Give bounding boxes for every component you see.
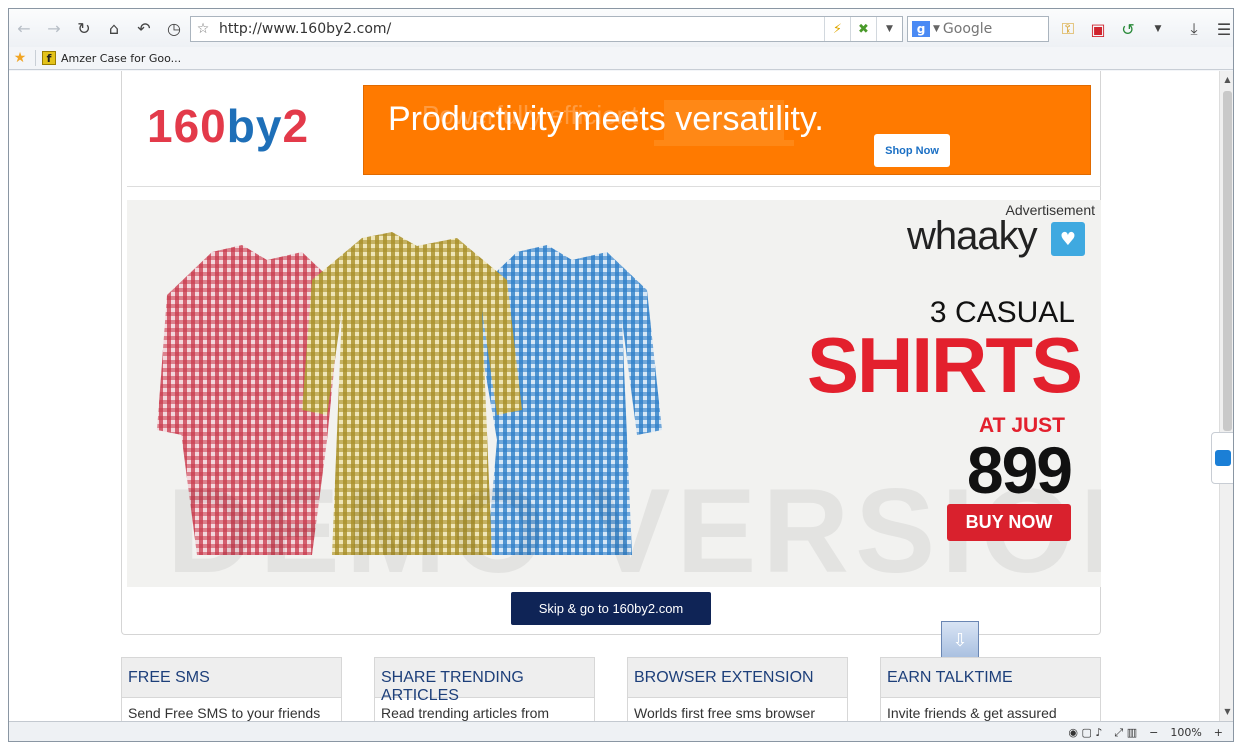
key-icon[interactable]: ⚿: [1053, 14, 1083, 44]
bookmark-amzer[interactable]: f Amzer Case for Goo...: [42, 51, 181, 65]
home-icon[interactable]: ⌂: [99, 13, 129, 43]
feature-free-sms[interactable]: FREE SMS Send Free SMS to your friends: [121, 657, 342, 721]
refresh-green-icon[interactable]: ↺: [1113, 14, 1143, 44]
bookmarks-star-icon[interactable]: ★: [9, 50, 31, 66]
feature-earn-talktime[interactable]: EARN TALKTIME Invite friends & get assur…: [880, 657, 1101, 721]
reload-icon[interactable]: ↻: [69, 13, 99, 43]
zoom-out-icon[interactable]: −: [1149, 726, 1158, 739]
skip-button[interactable]: Skip & go to 160by2.com: [511, 592, 711, 625]
logo-part: 2: [282, 100, 310, 152]
overflow-caret-icon[interactable]: ▼: [1143, 14, 1173, 44]
feature-desc: Worlds first free sms browser: [634, 705, 815, 721]
undo-icon[interactable]: ↶: [129, 13, 159, 43]
feature-title[interactable]: EARN TALKTIME: [881, 658, 1100, 698]
address-bar[interactable]: ☆ http://www.160by2.com/ ⚡ ✖ ▼: [190, 16, 903, 42]
whaaky-logo: whaaky: [907, 214, 1038, 258]
engine-caret-icon[interactable]: ▼: [933, 24, 940, 34]
promo-price: 899: [966, 433, 1073, 507]
buy-now-button[interactable]: BUY NOW: [947, 504, 1071, 541]
bookmark-label: Amzer Case for Goo...: [61, 51, 182, 65]
feature-title[interactable]: FREE SMS: [122, 658, 341, 698]
toolbar-extensions: ⚿ ▣ ↺ ▼ ⤓ ☰: [1053, 14, 1233, 44]
view-icons[interactable]: ⤢ ▥: [1114, 726, 1137, 740]
feature-share-trending[interactable]: SHARE TRENDING ARTICLES Read trending ar…: [374, 657, 595, 721]
bookmark-star-icon[interactable]: ☆: [191, 21, 215, 37]
site-logo[interactable]: 160by2: [147, 99, 309, 153]
feature-title[interactable]: SHARE TRENDING ARTICLES: [375, 658, 594, 704]
search-box[interactable]: g ▼: [907, 16, 1049, 42]
lightning-icon[interactable]: ⚡: [824, 17, 850, 41]
bookmarks-bar: ★ f Amzer Case for Goo...: [9, 47, 1233, 70]
shop-now-button[interactable]: Shop Now: [874, 134, 950, 167]
separator: [35, 50, 36, 66]
google-icon[interactable]: g: [912, 21, 930, 37]
extension-icon[interactable]: ✖: [850, 17, 876, 41]
status-icons[interactable]: ◉ ▢ ♪: [1068, 726, 1102, 739]
logo-part: by: [226, 100, 283, 152]
download-icon[interactable]: ⤓: [1179, 14, 1209, 44]
forward-icon[interactable]: →: [39, 13, 69, 43]
zoom-in-icon[interactable]: +: [1214, 726, 1223, 739]
search-input[interactable]: [942, 21, 1033, 37]
feature-desc: Invite friends & get assured: [887, 705, 1057, 721]
back-icon[interactable]: ←: [9, 13, 39, 43]
navigation-toolbar: ← → ↻ ⌂ ↶ ◷ ☆ http://www.160by2.com/ ⚡ ✖…: [9, 9, 1233, 47]
ad-headline: Productivity meets versatility.: [388, 100, 824, 138]
scroll-thumb[interactable]: [1223, 91, 1232, 431]
page-viewport: 160by2 Powerfully efficient Productivity…: [9, 71, 1219, 721]
adblock-icon[interactable]: ▣: [1083, 14, 1113, 44]
feature-browser-extension[interactable]: BROWSER EXTENSION Worlds first free sms …: [627, 657, 848, 721]
scroll-down-icon[interactable]: ⇩: [941, 621, 979, 659]
history-icon[interactable]: ◷: [159, 13, 189, 43]
status-bar: ◉ ▢ ♪ ⤢ ▥ − 100% +: [9, 721, 1233, 741]
url-text[interactable]: http://www.160by2.com/: [215, 21, 824, 37]
logo-part: 160: [147, 100, 227, 152]
divider: [127, 186, 1101, 187]
feature-title[interactable]: BROWSER EXTENSION: [628, 658, 847, 698]
scroll-down-arrow-icon[interactable]: ▼: [1220, 705, 1233, 719]
zoom-level[interactable]: 100%: [1170, 726, 1201, 739]
promo-line2: SHIRTS: [806, 321, 1083, 409]
vertical-scrollbar[interactable]: ▲ ▼: [1219, 71, 1233, 721]
favicon-icon: f: [42, 51, 56, 65]
menu-icon[interactable]: ☰: [1209, 14, 1233, 44]
teamviewer-tab[interactable]: [1211, 432, 1233, 484]
top-banner-ad[interactable]: Powerfully efficient Productivity meets …: [363, 85, 1091, 175]
feature-desc: Send Free SMS to your friends: [128, 705, 321, 721]
browser-window: ← → ↻ ⌂ ↶ ◷ ☆ http://www.160by2.com/ ⚡ ✖…: [8, 8, 1234, 742]
shopping-bag-icon: ♥: [1051, 222, 1085, 256]
dropdown-caret-icon[interactable]: ▼: [876, 17, 902, 41]
scroll-up-icon[interactable]: ▲: [1220, 73, 1233, 87]
teamviewer-icon: [1215, 450, 1231, 466]
shirt-banner-ad[interactable]: DEMO VERSION Advertisement whaaky ♥ 3 CA…: [127, 200, 1101, 587]
